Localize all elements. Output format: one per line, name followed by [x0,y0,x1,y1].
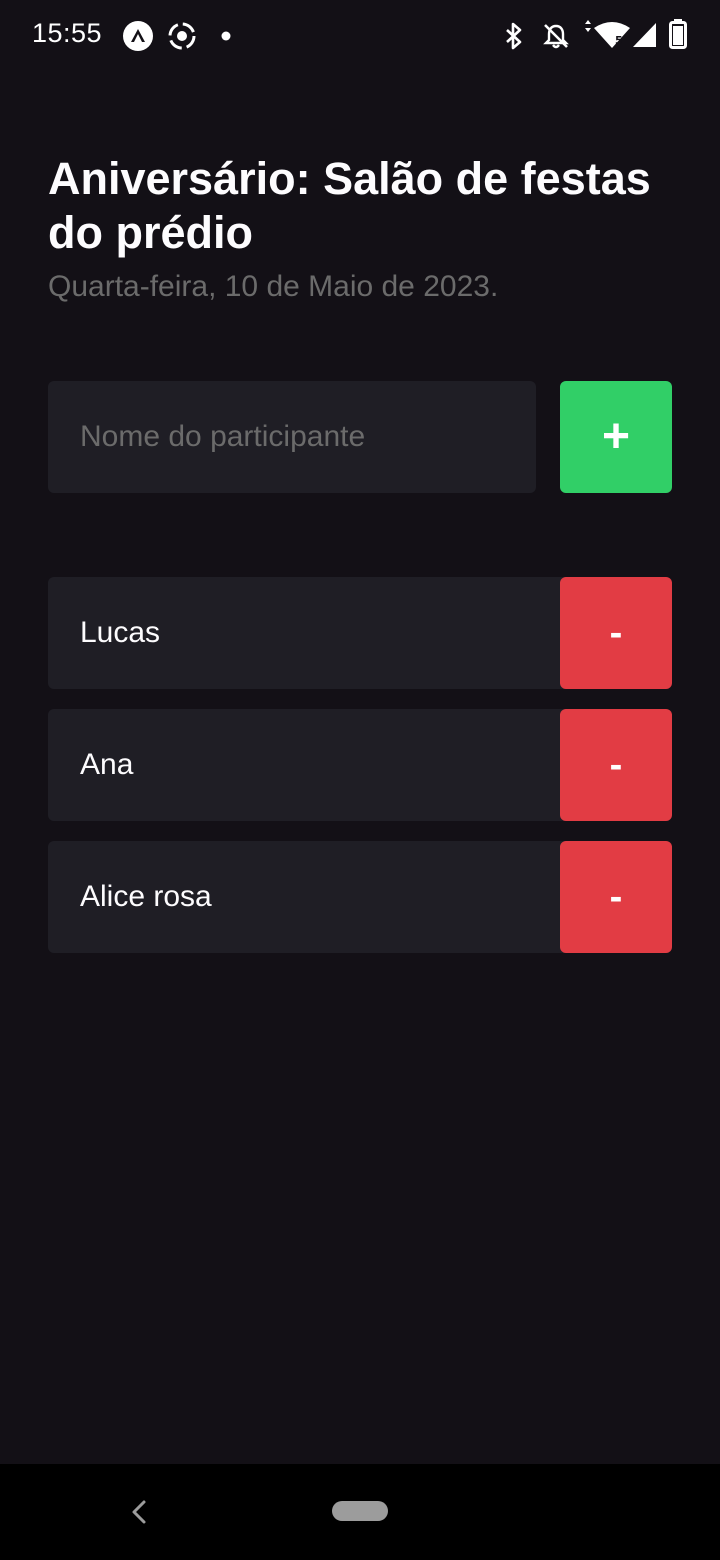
status-bar: 15:55 5 [0,0,720,72]
participant-card: Ana [48,709,568,821]
event-date: Quarta-feira, 10 de Maio de 2023. [48,270,499,303]
remove-participant-button[interactable]: - [560,841,672,953]
participant-name-input[interactable] [48,381,536,493]
signal-icon [633,23,656,47]
participant-row: Lucas - [48,577,672,689]
participant-card: Alice rosa [48,841,568,953]
participant-row: Ana - [48,709,672,821]
remove-participant-button[interactable]: - [560,709,672,821]
participant-name: Ana [80,748,134,781]
status-time: 15:55 [32,18,103,48]
participant-name: Lucas [80,616,161,649]
home-pill[interactable] [332,1501,388,1521]
notifications-off-icon [543,24,569,49]
target-icon [168,22,196,50]
participant-row: Alice rosa - [48,841,672,953]
event-title: Aniversário: Salão de festas do prédio [48,153,651,258]
participant-name: Alice rosa [80,880,212,913]
dot-icon [221,31,231,41]
back-icon[interactable] [126,1498,152,1526]
participant-card: Lucas [48,577,568,689]
wifi-icon: 5 [585,20,630,48]
remove-participant-button[interactable]: - [560,577,672,689]
app-screen: 15:55 5 Aniversário: Salão de festas do … [0,0,720,1560]
bluetooth-icon [506,22,522,50]
add-participant-button[interactable]: + [560,381,672,493]
expo-icon [123,21,153,51]
battery-icon [669,19,687,49]
participant-list: Lucas - Ana - Alice rosa - [48,577,672,973]
svg-text:5: 5 [615,34,623,47]
